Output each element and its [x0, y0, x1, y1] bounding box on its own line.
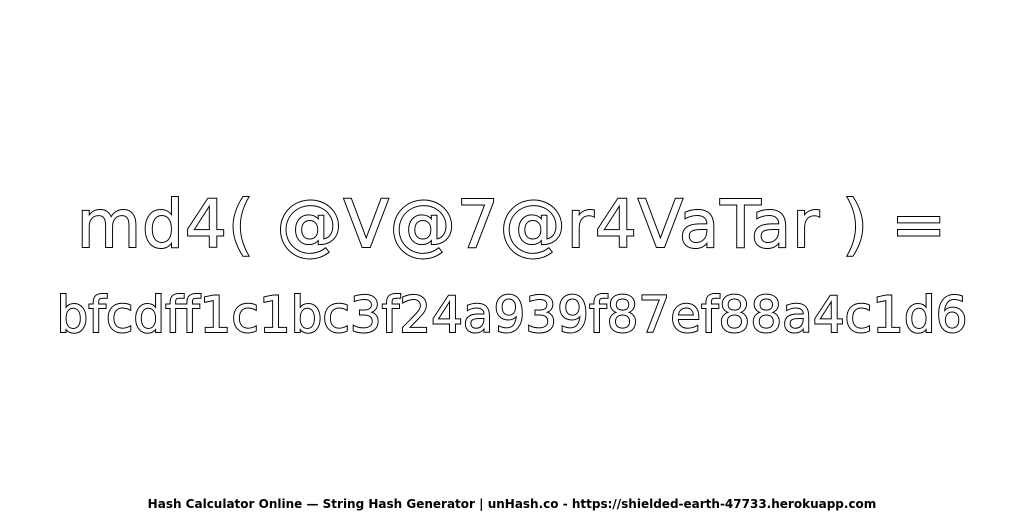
- footer-caption: Hash Calculator Online — String Hash Gen…: [147, 497, 877, 511]
- hash-result: bfcdff1c1bc3f24a939f87ef88a4c1d6: [56, 285, 969, 345]
- hash-expression: md4( @V@7@r4VaTar ) =: [76, 185, 948, 264]
